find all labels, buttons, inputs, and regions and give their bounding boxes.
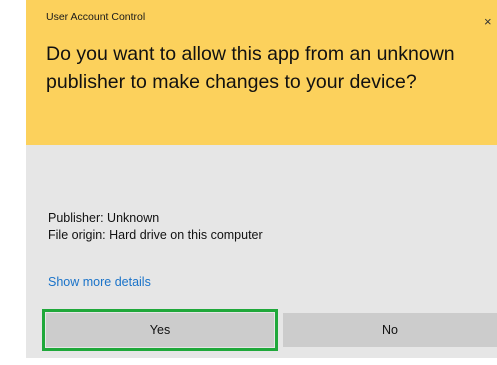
app-details: Publisher: Unknown File origin: Hard dri… (48, 210, 263, 244)
file-origin-label: File origin: Hard drive on this computer (48, 228, 263, 242)
dialog-title: User Account Control (46, 11, 146, 23)
yes-button[interactable]: Yes (42, 309, 278, 351)
dialog-banner: User Account Control × Do you want to al… (26, 0, 497, 145)
dialog-question: Do you want to allow this app from an un… (46, 43, 455, 93)
uac-dialog: User Account Control × Do you want to al… (26, 0, 497, 358)
no-button[interactable]: No (283, 313, 497, 347)
close-icon[interactable]: × (484, 14, 494, 30)
show-more-details-link[interactable]: Show more details (48, 275, 151, 289)
publisher-label: Publisher: Unknown (48, 211, 160, 225)
